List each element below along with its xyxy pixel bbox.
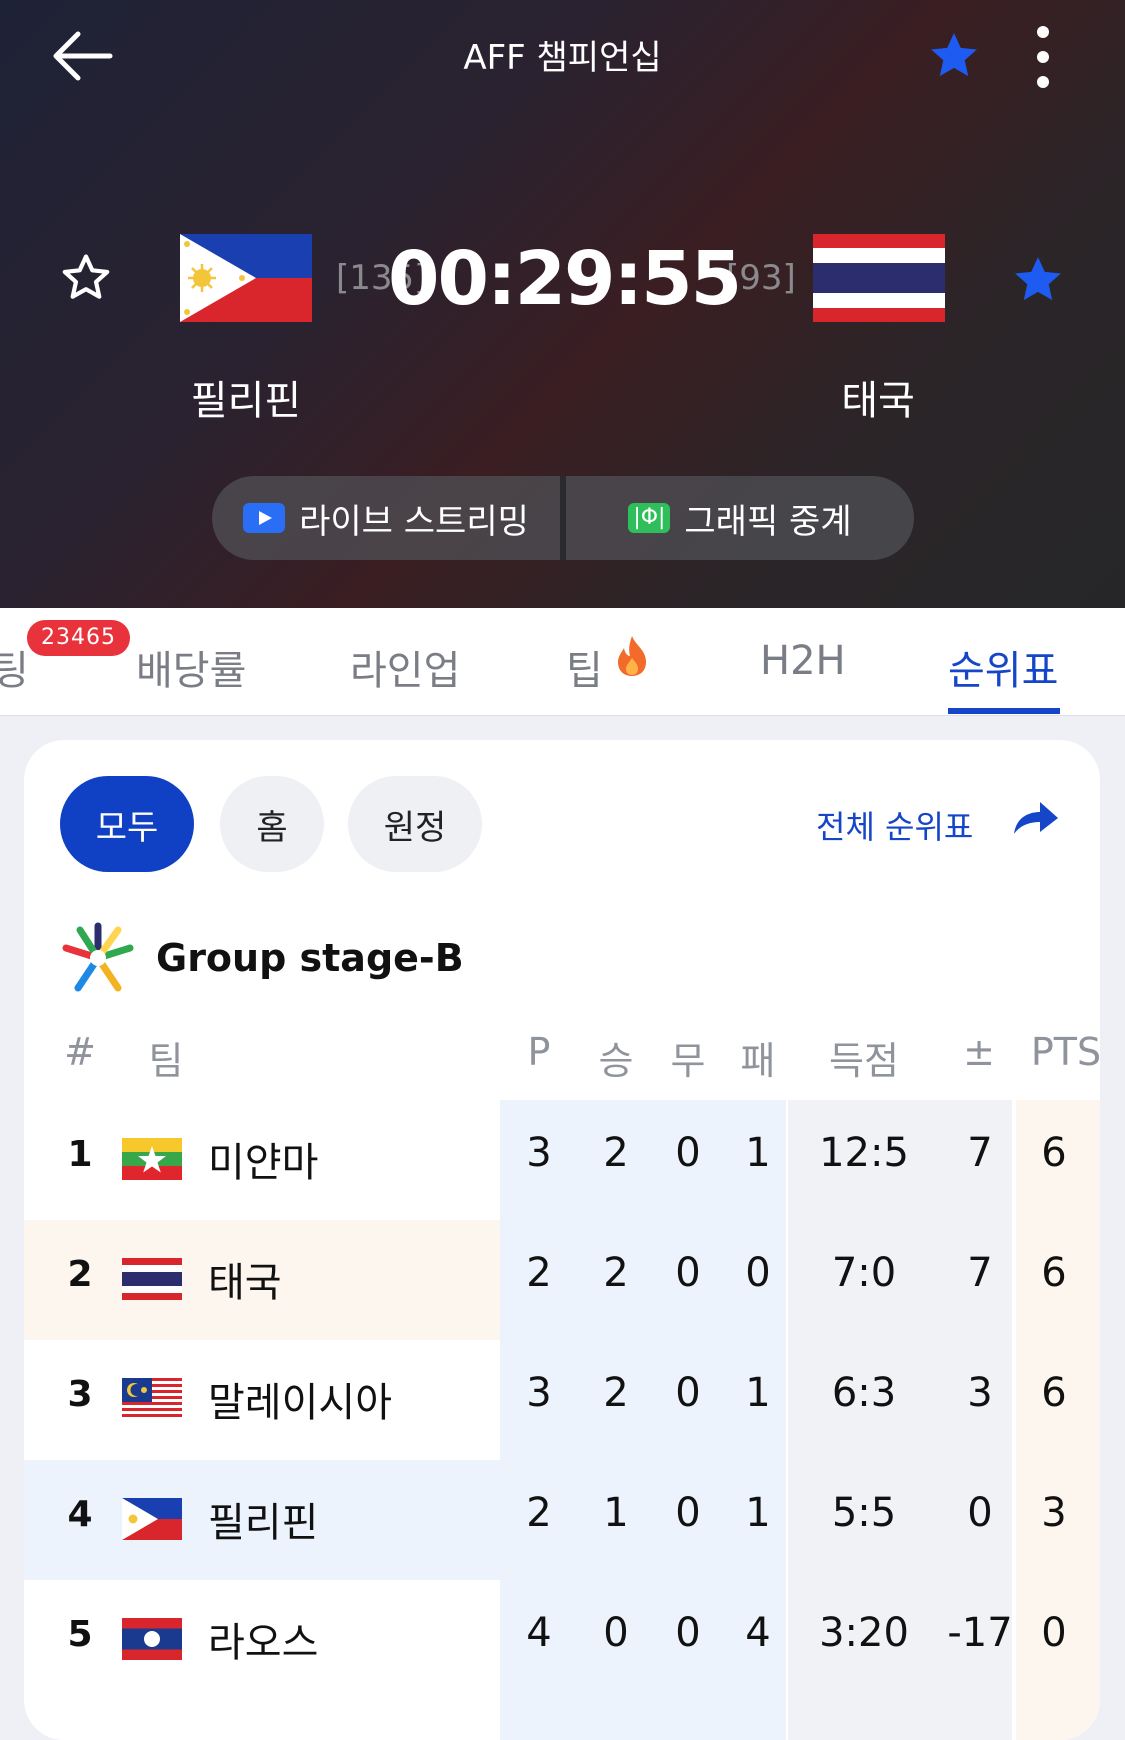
table-row[interactable]: 5 라오스 4 0 0 4 3:20 -17 0	[24, 1580, 1100, 1700]
row-goal-diff: 7	[967, 1250, 993, 1296]
pitch-icon: |Φ|	[628, 503, 671, 533]
tab-lineup[interactable]: 라인업	[350, 638, 460, 696]
row-team-name: 말레이시아	[208, 1380, 392, 1426]
graphic-broadcast-button[interactable]: |Φ| 그래픽 중계	[566, 476, 914, 560]
tab-odds[interactable]: 배당률	[136, 638, 246, 696]
row-played: 2	[526, 1490, 552, 1536]
col-header-goals: 득점	[829, 1039, 899, 1083]
col-header-draws: 무	[670, 1039, 706, 1083]
share-arrow-icon[interactable]	[1010, 798, 1060, 838]
row-goal-diff: 0	[967, 1490, 993, 1536]
row-draws: 0	[675, 1490, 701, 1536]
row-losses: 0	[745, 1250, 771, 1296]
row-rank: 1	[67, 1134, 93, 1175]
row-goals: 6:3	[831, 1370, 897, 1416]
row-losses: 1	[745, 1370, 771, 1416]
live-streaming-label: 라이브 스트리밍	[299, 501, 529, 542]
more-options-icon[interactable]	[1026, 26, 1060, 88]
row-goals: 12:5	[819, 1130, 909, 1176]
table-row[interactable]: 4 필리핀 2 1 0 1 5:5 0 3	[24, 1460, 1100, 1580]
tab-h2h[interactable]: H2H	[760, 638, 846, 684]
row-losses: 4	[745, 1610, 771, 1656]
col-header-points: PTS	[1030, 1030, 1100, 1074]
row-goal-diff: 3	[967, 1370, 993, 1416]
row-points: 6	[1041, 1130, 1067, 1176]
play-icon	[243, 503, 286, 533]
row-goals: 5:5	[831, 1490, 897, 1536]
graphic-broadcast-label: 그래픽 중계	[684, 501, 852, 542]
myanmar-flag-icon	[122, 1138, 182, 1180]
row-draws: 0	[675, 1370, 701, 1416]
match-countdown: 00:29:55	[388, 236, 742, 322]
home-team-name[interactable]: 필리핀	[146, 368, 346, 426]
standings-card: 모두 홈 원정 전체 순위표 Group stage-B # 팀 P 승 무 패…	[24, 740, 1100, 1740]
row-points: 6	[1041, 1370, 1067, 1416]
row-goal-diff: 7	[967, 1130, 993, 1176]
row-team-name: 필리핀	[208, 1500, 319, 1546]
filter-away-chip[interactable]: 원정	[348, 776, 482, 872]
philippines-flag-icon[interactable]	[180, 234, 312, 322]
watch-options: 라이브 스트리밍 |Φ| 그래픽 중계	[212, 476, 914, 560]
row-rank: 5	[67, 1614, 93, 1655]
full-standings-link[interactable]: 전체 순위표	[816, 802, 973, 848]
fire-icon	[618, 636, 646, 676]
row-draws: 0	[675, 1610, 701, 1656]
favorite-star-icon[interactable]	[926, 28, 982, 84]
row-points: 6	[1041, 1250, 1067, 1296]
thailand-flag-icon[interactable]	[813, 234, 945, 322]
row-team-name: 라오스	[208, 1620, 319, 1666]
tab-bar: 팅 23465 배당률 라인업 팁 H2H 순위표	[0, 608, 1125, 716]
thailand-flag-icon	[122, 1258, 182, 1300]
row-played: 3	[526, 1370, 552, 1416]
row-points: 3	[1041, 1490, 1067, 1536]
active-tab-indicator	[948, 708, 1060, 714]
row-wins: 1	[603, 1490, 629, 1536]
row-rank: 4	[67, 1494, 93, 1535]
table-row[interactable]: 3 말레이시아 3 2 0 1 6:3 3 6	[24, 1340, 1100, 1460]
tab-tips[interactable]: 팁	[566, 638, 603, 696]
col-header-rank: #	[64, 1030, 96, 1074]
row-played: 3	[526, 1130, 552, 1176]
col-header-played: P	[527, 1030, 551, 1074]
live-streaming-button[interactable]: 라이브 스트리밍	[212, 476, 560, 560]
tab-standings[interactable]: 순위표	[948, 638, 1058, 696]
col-header-team: 팀	[148, 1039, 184, 1083]
row-wins: 2	[603, 1130, 629, 1176]
row-wins: 2	[603, 1250, 629, 1296]
row-wins: 2	[603, 1370, 629, 1416]
row-rank: 2	[67, 1254, 93, 1295]
match-header: AFF 챔피언십 [135] [93] 00:29:55 필리핀 태국 라이브 …	[0, 0, 1125, 608]
table-row[interactable]: 1 미얀마 3 2 0 1 12:5 7 6	[24, 1100, 1100, 1220]
filter-home-chip[interactable]: 홈	[220, 776, 324, 872]
row-points: 0	[1041, 1610, 1067, 1656]
philippines-flag-icon	[122, 1498, 182, 1540]
col-header-diff: ±	[963, 1030, 995, 1074]
away-team-favorite-star-icon[interactable]	[1010, 252, 1066, 308]
col-header-losses: 패	[740, 1039, 776, 1083]
row-goals: 7:0	[831, 1250, 897, 1296]
row-losses: 1	[745, 1490, 771, 1536]
aff-league-logo-icon	[62, 922, 134, 992]
tab-count-badge: 23465	[27, 620, 130, 656]
tab-partial[interactable]: 팅	[0, 638, 29, 696]
row-losses: 1	[745, 1130, 771, 1176]
row-team-name: 미얀마	[208, 1140, 319, 1186]
row-draws: 0	[675, 1250, 701, 1296]
row-goals: 3:20	[819, 1610, 909, 1656]
laos-flag-icon	[122, 1618, 182, 1660]
away-team-name[interactable]: 태국	[778, 368, 978, 426]
col-header-wins: 승	[598, 1039, 634, 1083]
malaysia-flag-icon	[122, 1378, 182, 1420]
row-wins: 0	[603, 1610, 629, 1656]
group-title: Group stage-B	[156, 936, 464, 980]
filter-all-chip[interactable]: 모두	[60, 776, 194, 872]
row-goal-diff: -17	[947, 1610, 1013, 1656]
row-draws: 0	[675, 1130, 701, 1176]
table-row[interactable]: 2 태국 2 2 0 0 7:0 7 6	[24, 1220, 1100, 1340]
row-played: 2	[526, 1250, 552, 1296]
row-rank: 3	[67, 1374, 93, 1415]
row-played: 4	[526, 1610, 552, 1656]
home-team-favorite-star-icon[interactable]	[58, 250, 114, 306]
row-team-name: 태국	[208, 1260, 282, 1306]
